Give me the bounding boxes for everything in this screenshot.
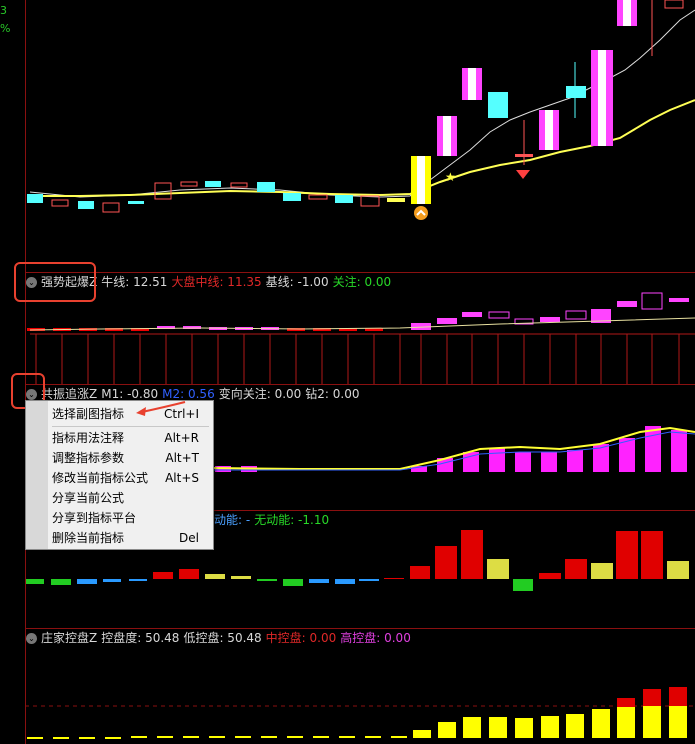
menu-item-label: 删除当前指标 [52, 531, 125, 545]
pane4-bars [27, 706, 687, 739]
candle [257, 182, 275, 192]
candle [27, 194, 43, 203]
candle [360, 195, 380, 207]
candle [51, 199, 69, 207]
candle [387, 198, 405, 202]
pane3-header: 动能: - 无动能: -1.10 [214, 511, 333, 529]
candle [283, 193, 301, 201]
candle [128, 201, 144, 204]
pane1-ticks [35, 334, 680, 384]
price-chart[interactable]: ★ [0, 0, 695, 272]
pane2-item-2: 变向关注: 0.00 [218, 387, 302, 401]
menu-item-share-platform[interactable]: 分享到指标平台 [52, 508, 207, 528]
pane4-item-3: 高控盘: 0.00 [340, 631, 411, 645]
star-icon: ★ [445, 170, 456, 184]
menu-item-shortcut: Alt+S [165, 471, 199, 485]
candle [230, 182, 248, 188]
pane1-bars [27, 292, 689, 331]
pane4-chart[interactable] [0, 646, 695, 744]
pane4-title[interactable]: 庄家控盘Z [41, 631, 97, 645]
candle [598, 50, 606, 146]
up-arrow-icon [414, 206, 428, 220]
candle [102, 202, 120, 213]
pane2-item-3: 钻2: 0.00 [305, 387, 360, 401]
pane3-item-0: 动能: - [214, 513, 251, 527]
candle [308, 194, 328, 200]
menu-item-label: 分享到指标平台 [52, 511, 137, 525]
pane4-red-caps [617, 687, 687, 707]
context-menu: 选择副图指标 Ctrl+I 指标用法注释 Alt+R 调整指标参数 Alt+T … [25, 400, 214, 550]
candle [566, 86, 586, 98]
pane1-item-2: 基线: -1.00 [265, 275, 329, 289]
menu-item-edit-formula[interactable]: 修改当前指标公式 Alt+S [52, 468, 207, 488]
pane2-title[interactable]: 共振追涨Z [41, 387, 97, 401]
menu-item-label: 指标用法注释 [52, 431, 125, 445]
menu-item-usage-notes[interactable]: 指标用法注释 Alt+R [52, 428, 207, 448]
candle [205, 181, 221, 187]
pane2-bars [215, 426, 687, 472]
candle [515, 154, 533, 157]
pane1-item-1: 大盘中线: 11.35 [171, 275, 262, 289]
pane1-item-0: 牛线: 12.51 [101, 275, 168, 289]
candle [78, 201, 94, 209]
annotation-arrow-icon [136, 401, 186, 416]
pane1-chart[interactable] [0, 290, 695, 384]
menu-separator [52, 426, 209, 427]
menu-item-label: 分享当前公式 [52, 491, 125, 505]
pane4-item-0: 控盘度: 50.48 [101, 631, 180, 645]
diamond-icon [516, 170, 530, 179]
menu-item-adjust-params[interactable]: 调整指标参数 Alt+T [52, 448, 207, 468]
candle [417, 156, 425, 204]
candle [468, 68, 476, 100]
pane1-item-3: 关注: 0.00 [332, 275, 392, 289]
candle [443, 116, 451, 156]
menu-item-shortcut: Alt+R [164, 431, 199, 445]
menu-item-label: 选择副图指标 [52, 407, 125, 421]
menu-item-share-formula[interactable]: 分享当前公式 [52, 488, 207, 508]
menu-item-label: 调整指标参数 [52, 451, 125, 465]
candle [180, 181, 198, 187]
menu-item-shortcut: Alt+T [165, 451, 199, 465]
pane4-item-1: 低控盘: 50.48 [183, 631, 262, 645]
pane4-header: ⌄ 庄家控盘Z 控盘度: 50.48 低控盘: 50.48 中控盘: 0.00 高控盘: … [26, 629, 415, 647]
menu-item-label: 修改当前指标公式 [52, 471, 149, 485]
menu-item-delete-indicator[interactable]: 删除当前指标 Del [52, 528, 207, 548]
pane3-item-1: 无动能: -1.10 [254, 513, 330, 527]
candle [488, 92, 508, 118]
candle [623, 0, 631, 26]
menu-item-shortcut: Del [179, 531, 199, 545]
chevron-down-icon[interactable]: ⌄ [26, 633, 37, 644]
candle [664, 0, 684, 9]
menu-icon-gutter [26, 401, 48, 549]
pane4-item-2: 中控盘: 0.00 [265, 631, 337, 645]
candle [335, 195, 353, 203]
candle [545, 110, 553, 150]
